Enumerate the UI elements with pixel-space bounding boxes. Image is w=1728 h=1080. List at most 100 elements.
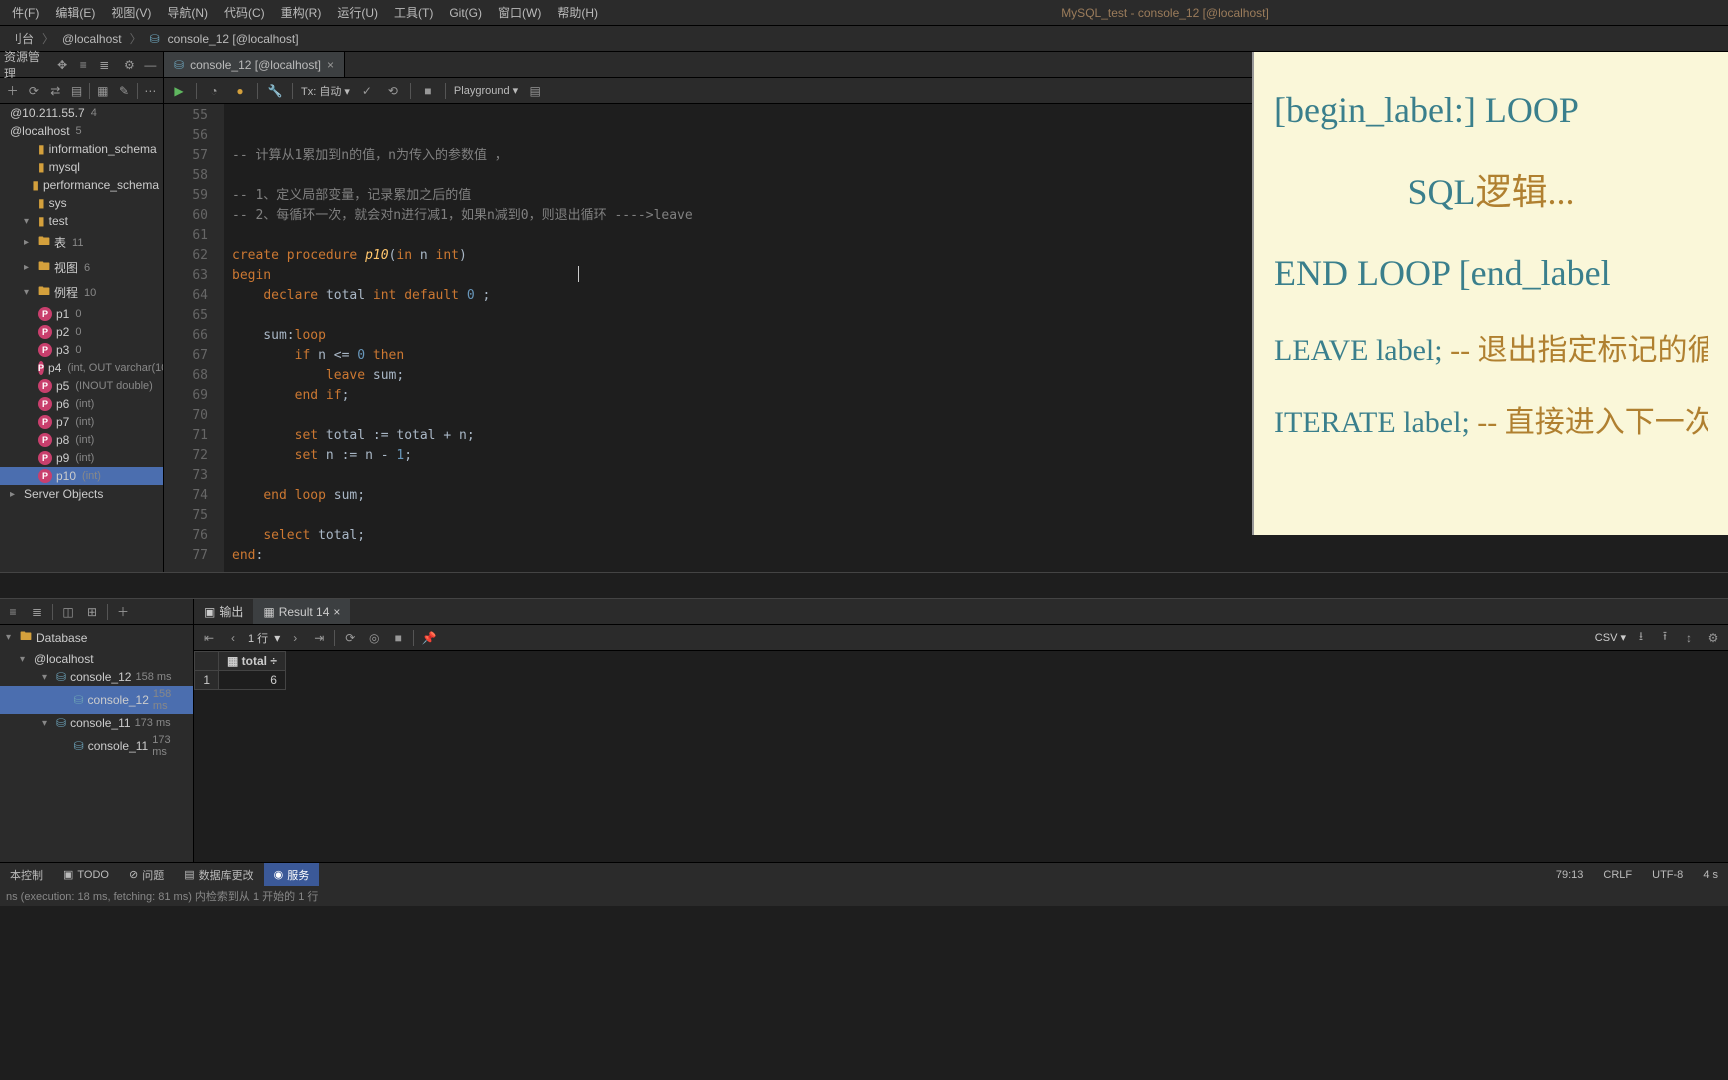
db-host[interactable]: @localhost 5	[0, 122, 163, 140]
format-dropdown[interactable]: CSV ▾	[1595, 631, 1626, 644]
collapse-icon[interactable]: ≣	[96, 56, 113, 74]
procedure-item[interactable]: P p3 0	[0, 341, 163, 359]
status-item[interactable]: ⊘ 问题	[119, 863, 174, 886]
breadcrumb-item[interactable]: console_12 [@localhost]	[164, 32, 303, 46]
edit-icon[interactable]: ✎	[115, 82, 132, 100]
schema-item[interactable]: ▮ mysql	[0, 158, 163, 176]
folder-item[interactable]: ▸🖿 视图 6	[0, 255, 163, 280]
pin-icon[interactable]: 📌	[420, 629, 438, 647]
hide-icon[interactable]: —	[142, 56, 159, 74]
tx-mode[interactable]: Tx: 自动 ▾	[301, 83, 350, 99]
close-icon[interactable]: ×	[333, 605, 340, 619]
menu-item[interactable]: 运行(U)	[329, 4, 386, 21]
tree-icon[interactable]: ⊞	[83, 603, 101, 621]
console-run-item[interactable]: ⛁ console_11 173 ms	[0, 732, 193, 760]
menu-item[interactable]: 窗口(W)	[490, 4, 549, 21]
folder-item[interactable]: ▾🖿 例程 10	[0, 280, 163, 305]
collapse-all-icon[interactable]: ≣	[28, 603, 46, 621]
stop-icon[interactable]: ■	[389, 629, 407, 647]
more-icon[interactable]: ⋯	[142, 82, 159, 100]
menu-item[interactable]: 帮助(H)	[549, 4, 606, 21]
explain-icon[interactable]: ●	[231, 82, 249, 100]
next-page-icon[interactable]: ›	[286, 629, 304, 647]
console-run-item[interactable]: ⛁ console_12 158 ms	[0, 686, 193, 714]
search-icon[interactable]: ◎	[365, 629, 383, 647]
expand-all-icon[interactable]: ≡	[4, 603, 22, 621]
result-tab[interactable]: ▦ Result 14 ×	[253, 599, 350, 624]
breadcrumb-item[interactable]: @localhost	[58, 32, 126, 46]
reload-icon[interactable]: ⟳	[341, 629, 359, 647]
services-root[interactable]: ▾🖿 Database	[0, 625, 193, 650]
menu-item[interactable]: 件(F)	[4, 4, 47, 21]
folder-item[interactable]: ▸🖿 表 11	[0, 230, 163, 255]
status-item[interactable]: ▤ 数据库更改	[174, 863, 263, 886]
commit-icon[interactable]: ✓	[358, 82, 376, 100]
status-item[interactable]: 本控制	[0, 863, 53, 886]
schema-item[interactable]: ▮ information_schema	[0, 140, 163, 158]
status-item[interactable]: ▣ TODO	[53, 863, 119, 886]
services-host[interactable]: ▾@localhost	[0, 650, 193, 668]
stop-icon[interactable]: ■	[419, 82, 437, 100]
cell-value[interactable]: 6	[219, 671, 286, 690]
menu-item[interactable]: 视图(V)	[103, 4, 159, 21]
stack-icon[interactable]: ▤	[68, 82, 85, 100]
encoding[interactable]: UTF-8	[1642, 869, 1693, 881]
import-icon[interactable]: ⭱	[1656, 629, 1674, 647]
server-objects[interactable]: ▸Server Objects	[0, 485, 163, 503]
schema-item[interactable]: ▾▮ test	[0, 212, 163, 230]
gear-icon[interactable]: ⚙	[121, 56, 138, 74]
settings-icon[interactable]: ⚙	[1704, 629, 1722, 647]
procedure-item[interactable]: P p1 0	[0, 305, 163, 323]
cursor-position[interactable]: 79:13	[1546, 869, 1594, 881]
breadcrumb-item[interactable]: 刂台	[6, 30, 38, 47]
status-item-services[interactable]: ◉ 服务	[264, 863, 320, 886]
menu-item[interactable]: 导航(N)	[159, 4, 216, 21]
list-icon[interactable]: ▤	[526, 82, 544, 100]
add-icon[interactable]: ＋	[114, 603, 132, 621]
expand-icon[interactable]: ≡	[75, 56, 92, 74]
crosshair-icon[interactable]: ✥	[54, 56, 71, 74]
column-header[interactable]: ▦ total ÷	[219, 652, 286, 671]
procedure-item[interactable]: P p2 0	[0, 323, 163, 341]
table-icon[interactable]: ▦	[94, 82, 111, 100]
procedure-item[interactable]: P p6 (int)	[0, 395, 163, 413]
procedure-item[interactable]: P p8 (int)	[0, 431, 163, 449]
prev-page-icon[interactable]: ‹	[224, 629, 242, 647]
result-grid[interactable]: ▦ total ÷ 16	[194, 651, 1728, 862]
sync-icon[interactable]: ⇄	[47, 82, 64, 100]
run-icon[interactable]: ▶	[170, 82, 188, 100]
menu-item[interactable]: 编辑(E)	[47, 4, 103, 21]
layout-icon[interactable]: ◫	[59, 603, 77, 621]
wrench-icon[interactable]: 🔧	[266, 82, 284, 100]
procedure-item[interactable]: P p4 (int, OUT varchar(10	[0, 359, 163, 377]
first-page-icon[interactable]: ⇤	[200, 629, 218, 647]
clock-icon[interactable]: ◔	[205, 82, 223, 100]
menu-item[interactable]: Git(G)	[441, 6, 490, 20]
schema-item[interactable]: ▮ performance_schema	[0, 176, 163, 194]
output-tab[interactable]: ▣ 输出	[194, 599, 253, 624]
console-run-item[interactable]: ▾⛁ console_12 158 ms	[0, 668, 193, 686]
procedure-item[interactable]: P p7 (int)	[0, 413, 163, 431]
plus-icon[interactable]: ＋	[4, 82, 21, 100]
playground-dropdown[interactable]: Playground ▾	[454, 84, 518, 97]
db-host[interactable]: @10.211.55.7 4	[0, 104, 163, 122]
line-ending[interactable]: CRLF	[1593, 869, 1642, 881]
refresh-icon[interactable]: ⟳	[25, 82, 42, 100]
last-page-icon[interactable]: ⇥	[310, 629, 328, 647]
overlay-text: -- 退出指定标记的循环	[1443, 334, 1708, 367]
close-icon[interactable]: ×	[327, 58, 334, 72]
rollback-icon[interactable]: ⟲	[384, 82, 402, 100]
procedure-item[interactable]: P p10 (int)	[0, 467, 163, 485]
procedure-item[interactable]: P p9 (int)	[0, 449, 163, 467]
menu-item[interactable]: 工具(T)	[386, 4, 441, 21]
export-icon[interactable]: ⭳	[1632, 629, 1650, 647]
editor-tab[interactable]: ⛁ console_12 [@localhost] ×	[164, 52, 345, 77]
compare-icon[interactable]: ↕	[1680, 629, 1698, 647]
indent[interactable]: 4 s	[1693, 869, 1728, 881]
procedure-item[interactable]: P p5 (INOUT double)	[0, 377, 163, 395]
menu-item[interactable]: 代码(C)	[216, 4, 273, 21]
console-run-item[interactable]: ▾⛁ console_11 173 ms	[0, 714, 193, 732]
fold-column[interactable]	[214, 104, 224, 572]
schema-item[interactable]: ▮ sys	[0, 194, 163, 212]
menu-item[interactable]: 重构(R)	[273, 4, 330, 21]
